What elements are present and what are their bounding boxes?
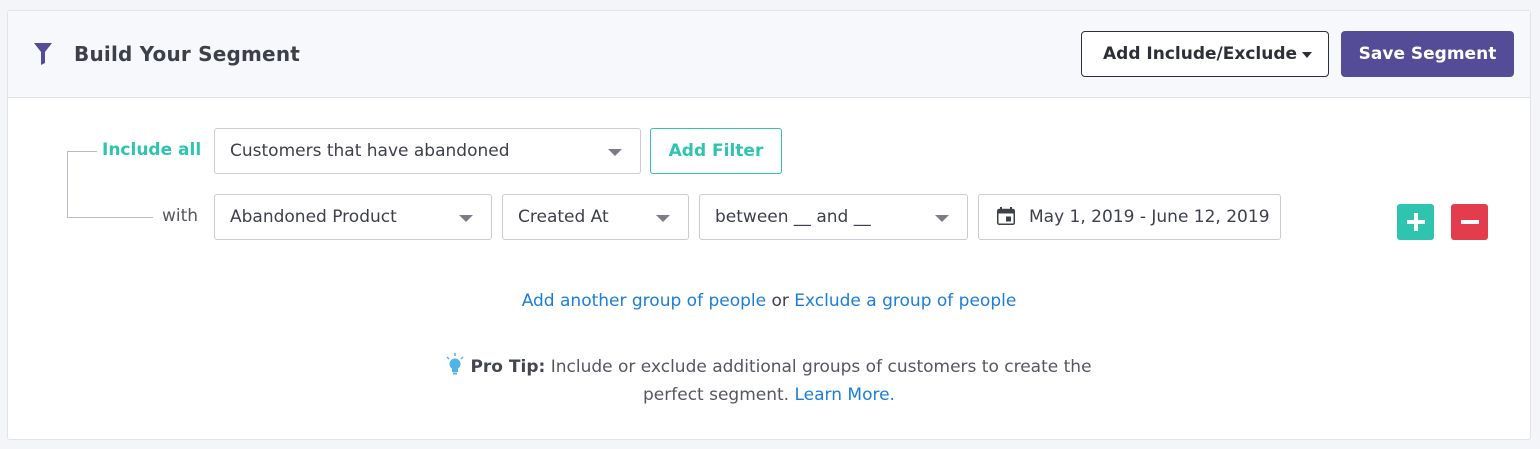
calendar-icon — [997, 207, 1015, 225]
plus-icon — [1406, 213, 1425, 231]
lightbulb-icon — [446, 353, 464, 375]
field-select-value: Created At — [518, 207, 609, 227]
pro-tip-label: Pro Tip: — [470, 357, 546, 377]
date-range-field[interactable]: May 1, 2019 - June 12, 2019 — [978, 194, 1281, 240]
caret-down-icon — [935, 215, 949, 222]
operator-select-value: between __ and __ — [715, 207, 871, 227]
tree-line-bottom — [67, 217, 153, 218]
with-label: with — [162, 206, 199, 226]
add-filter-row-button[interactable] — [1397, 204, 1434, 240]
property-select-value: Abandoned Product — [230, 207, 397, 227]
remove-filter-row-button[interactable] — [1451, 204, 1488, 240]
tree-line-top — [67, 151, 97, 152]
tree-line-vertical — [67, 151, 68, 217]
add-group-link[interactable]: Add another group of people — [522, 291, 766, 311]
include-all-label: Include all — [102, 140, 202, 160]
date-range-value: May 1, 2019 - June 12, 2019 — [1029, 207, 1270, 227]
segment-builder-card: Build Your Segment Add Include/Exclude S… — [7, 10, 1531, 440]
card-header: Build Your Segment Add Include/Exclude S… — [8, 11, 1530, 98]
pro-tip-text-2: perfect segment. — [643, 385, 790, 405]
save-segment-button[interactable]: Save Segment — [1341, 31, 1514, 77]
caret-down-icon — [608, 149, 622, 156]
add-include-exclude-label: Add Include/Exclude — [1103, 44, 1298, 64]
add-filter-button[interactable]: Add Filter — [650, 128, 782, 174]
audience-select-value: Customers that have abandoned — [230, 141, 510, 161]
exclude-group-link[interactable]: Exclude a group of people — [794, 291, 1016, 311]
group-links-row: Add another group of people or Exclude a… — [8, 291, 1530, 311]
pro-tip: Pro Tip: Include or exclude additional g… — [8, 353, 1530, 409]
caret-down-icon — [459, 215, 473, 222]
minus-icon — [1460, 220, 1479, 224]
funnel-icon — [34, 43, 52, 65]
operator-select[interactable]: between __ and __ — [699, 194, 968, 240]
caret-down-icon — [656, 215, 670, 222]
add-include-exclude-button[interactable]: Add Include/Exclude — [1081, 31, 1329, 77]
page-title: Build Your Segment — [74, 42, 301, 66]
pro-tip-text-1: Include or exclude additional groups of … — [550, 357, 1092, 377]
caret-down-icon — [1302, 52, 1312, 58]
links-separator: or — [771, 291, 789, 311]
pro-tip-line-1: Pro Tip: Include or exclude additional g… — [8, 353, 1530, 381]
learn-more-link[interactable]: Learn More. — [795, 385, 895, 405]
audience-select[interactable]: Customers that have abandoned — [214, 128, 641, 174]
pro-tip-line-2: perfect segment. Learn More. — [8, 381, 1530, 409]
field-select[interactable]: Created At — [502, 194, 689, 240]
property-select[interactable]: Abandoned Product — [214, 194, 492, 240]
